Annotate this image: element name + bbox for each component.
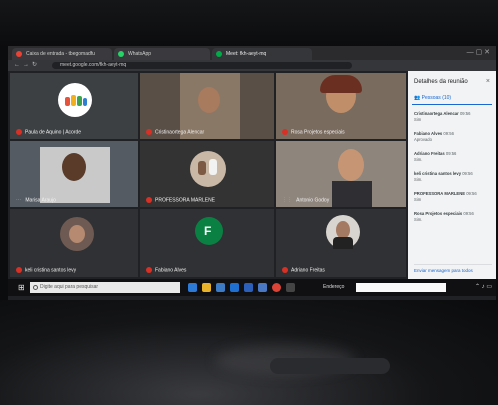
file-explorer-icon[interactable] xyxy=(202,283,211,292)
address-toolbar-label: Endereço xyxy=(323,284,345,290)
participant-name: Adriano Freitas xyxy=(282,266,325,273)
internet-explorer-icon[interactable] xyxy=(230,283,239,292)
group-logo xyxy=(58,83,92,117)
participant-name: Fabiano Alves xyxy=(146,266,186,273)
meet-video-grid: Paula de Aquino | Acorde Cristinaortega … xyxy=(8,71,408,279)
participant-tile[interactable]: Paula de Aquino | Acorde xyxy=(10,73,138,139)
participant-tile[interactable]: Rosa Projetos especiais xyxy=(276,73,406,139)
mic-off-icon xyxy=(282,266,288,273)
mic-off-icon xyxy=(146,128,152,135)
participant-name: PROFESSORA MARLENE xyxy=(146,196,215,203)
system-tray[interactable]: ⌃ ♪ ▭ xyxy=(475,283,492,290)
nav-buttons[interactable]: ←→↻ xyxy=(14,60,40,71)
tab-whatsapp[interactable]: WhatsApp xyxy=(114,48,210,60)
app-icon[interactable] xyxy=(286,283,295,292)
participant-tile[interactable]: Cristinaortega Alencar xyxy=(140,73,274,139)
mic-off-icon xyxy=(146,196,152,203)
person-face xyxy=(62,153,86,181)
profile-photo xyxy=(326,215,360,249)
window-controls[interactable]: — ▢ ✕ xyxy=(467,48,490,56)
browser-tab-strip: Caixa de entrada - tbegomadfu WhatsApp M… xyxy=(8,46,496,60)
tab-gmail[interactable]: Caixa de entrada - tbegomadfu xyxy=(12,48,112,60)
gmail-icon xyxy=(16,51,22,57)
windows-taskbar: ⊞ Digite aqui para pesquisar Endereço ⌃ … xyxy=(8,279,496,296)
participant-name: Rosa Projetos especiais xyxy=(282,128,345,135)
word-icon[interactable] xyxy=(244,283,253,292)
chat-message: Rosa Projetos especiais 09:56 Sim. xyxy=(414,211,474,222)
photos-icon[interactable] xyxy=(258,283,267,292)
participant-tile[interactable]: ⋮⋮ Antonio Godoy xyxy=(276,141,406,207)
tab-meet[interactable]: Meet: fkh-aeyt-mq xyxy=(212,48,312,60)
mic-off-icon xyxy=(16,266,22,273)
chat-message: Cristinaortega Alencar 09:56 Sim xyxy=(414,111,471,122)
profile-photo xyxy=(60,217,94,251)
chat-message: PROFESSORA MARLENE 09:56 Sim xyxy=(414,191,477,202)
participant-tile[interactable]: ··· Marisa Araujo xyxy=(10,141,138,207)
chat-message: Adriano Freitas 09:56 Sim. xyxy=(414,151,457,162)
address-toolbar-field[interactable] xyxy=(356,283,446,292)
chat-compose-input[interactable]: Enviar mensagem para todos xyxy=(414,264,492,273)
address-bar: ←→↻ meet.google.com/fkh-aeyt-mq xyxy=(8,60,496,71)
taskbar-search-input[interactable]: Digite aqui para pesquisar xyxy=(30,282,180,293)
participant-tile[interactable]: PROFESSORA MARLENE xyxy=(140,141,274,207)
chat-message: keli cristina santos levy 09:56 Sim. xyxy=(414,171,473,182)
person-face xyxy=(198,87,220,113)
whatsapp-icon xyxy=(118,51,124,57)
person-face xyxy=(338,149,364,181)
wall-background xyxy=(0,0,498,48)
windows-start-icon[interactable]: ⊞ xyxy=(18,283,25,292)
participant-name: Paula de Aquino | Acorde xyxy=(16,128,81,135)
search-icon xyxy=(33,285,38,290)
mic-off-icon xyxy=(16,128,22,135)
meeting-details-panel: Detalhes da reunião × 👥 Pessoas (10) Cri… xyxy=(408,71,496,279)
participant-name: keli cristina santos levy xyxy=(16,266,76,273)
monitor-screen: Caixa de entrada - tbegomadfu WhatsApp M… xyxy=(8,46,496,303)
chat-message: Fabiano Alves 09:56 Aprovado xyxy=(414,131,454,142)
participant-tile[interactable]: Adriano Freitas xyxy=(276,209,406,277)
letter-avatar: F xyxy=(195,217,223,245)
monitor-stand xyxy=(270,358,390,374)
participant-tile[interactable]: keli cristina santos levy xyxy=(10,209,138,277)
close-icon[interactable]: × xyxy=(486,78,490,85)
tab-people[interactable]: 👥 Pessoas (10) xyxy=(414,95,451,101)
edge-icon[interactable] xyxy=(188,283,197,292)
photo: Caixa de entrada - tbegomadfu WhatsApp M… xyxy=(0,0,498,405)
meet-icon xyxy=(216,51,222,57)
participant-name: ··· Marisa Araujo xyxy=(16,196,56,203)
profile-photo xyxy=(190,151,226,187)
mic-off-icon xyxy=(282,128,288,135)
mic-on-icon: ··· xyxy=(16,196,21,203)
url-field[interactable]: meet.google.com/fkh-aeyt-mq xyxy=(52,62,352,69)
mic-on-icon: ⋮⋮ xyxy=(282,196,292,203)
chrome-icon[interactable] xyxy=(272,283,281,292)
participant-name: ⋮⋮ Antonio Godoy xyxy=(282,196,330,203)
tab-indicator xyxy=(412,104,492,105)
panel-title: Detalhes da reunião xyxy=(414,79,468,85)
participant-tile[interactable]: F Fabiano Alves xyxy=(140,209,274,277)
participant-name: Cristinaortega Alencar xyxy=(146,128,204,135)
store-icon[interactable] xyxy=(216,283,225,292)
mic-off-icon xyxy=(146,266,152,273)
